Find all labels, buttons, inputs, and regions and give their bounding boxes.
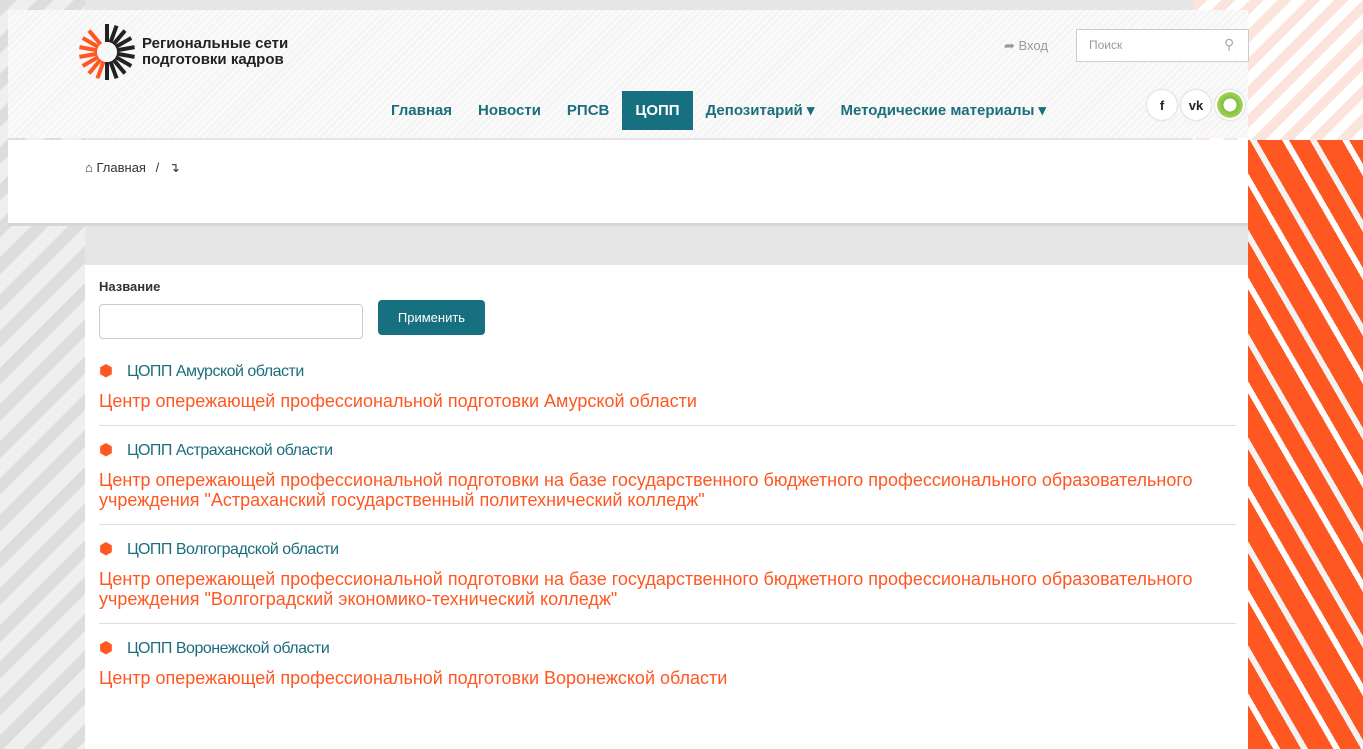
list-item: ⬢ ЦОПП Волгоградской области Центр опере… [99, 541, 1236, 624]
list-item-title[interactable]: ⬢ ЦОПП Астраханской области [99, 442, 1236, 460]
login-label: Вход [1018, 38, 1048, 53]
logo-text: Региональные сети подготовки кадров [142, 36, 288, 68]
list-item: ⬢ ЦОПП Амурской области Центр опережающе… [99, 363, 1236, 426]
search-placeholder: Поиск [1089, 38, 1123, 52]
breadcrumb: ⌂ Главная / ↴ [85, 160, 180, 176]
home-icon: ⌂ [85, 160, 93, 175]
login-link[interactable]: ➦ Вход [1004, 38, 1048, 54]
cube-icon: ⬢ [99, 363, 113, 380]
nav-item-news[interactable]: Новости [465, 91, 554, 130]
nav-item-copp[interactable]: ЦОПП [622, 90, 693, 130]
partner-logo-icon[interactable] [1215, 90, 1245, 120]
share-arrow-icon: ➦ [1004, 38, 1015, 53]
copp-list: ⬢ ЦОПП Амурской области Центр опережающе… [99, 363, 1236, 718]
list-item-title[interactable]: ⬢ ЦОПП Волгоградской области [99, 541, 1236, 559]
cube-icon: ⬢ [99, 640, 113, 657]
list-item-description[interactable]: Центр опережающей профессиональной подго… [99, 668, 1236, 688]
nav-item-methods[interactable]: Методические материалы ▾ [827, 90, 1059, 130]
breadcrumb-current: ↴ [168, 160, 180, 175]
list-item: ⬢ ЦОПП Астраханской области Центр опереж… [99, 442, 1236, 525]
logo-line-2: подготовки кадров [142, 51, 284, 68]
main-nav: Главная Новости РПСВ ЦОПП Депозитарий ▾ … [378, 90, 1059, 130]
facebook-icon[interactable]: f [1147, 90, 1177, 120]
cube-icon: ⬢ [99, 541, 113, 558]
filter-name-label: Название [99, 279, 161, 294]
decorative-right-pattern [1248, 140, 1363, 749]
list-item-title-text: ЦОПП Амурской области [127, 363, 304, 380]
main-content: Название Применить ⬢ ЦОПП Амурской облас… [85, 265, 1248, 749]
cube-icon: ⬢ [99, 442, 113, 459]
site-logo[interactable]: Региональные сети подготовки кадров [77, 22, 288, 82]
nav-item-home[interactable]: Главная [378, 91, 465, 130]
breadcrumb-separator: / [155, 160, 160, 175]
list-item-title[interactable]: ⬢ ЦОПП Амурской области [99, 363, 1236, 381]
list-item-title-text: ЦОПП Астраханской области [127, 442, 333, 459]
list-item-title-text: ЦОПП Волгоградской области [127, 541, 339, 558]
filter-name-input[interactable] [99, 304, 363, 339]
list-item-description[interactable]: Центр опережающей профессиональной подго… [99, 569, 1236, 609]
breadcrumb-home[interactable]: Главная [96, 160, 145, 175]
breadcrumb-bar: ⌂ Главная / ↴ [8, 140, 1248, 226]
list-item-description[interactable]: Центр опережающей профессиональной подго… [99, 391, 1236, 411]
list-item-description[interactable]: Центр опережающей профессиональной подго… [99, 470, 1236, 510]
logo-line-1: Региональные сети [142, 35, 289, 52]
social-links: f vk [1147, 90, 1245, 120]
search-icon[interactable]: ⚲ [1224, 36, 1234, 53]
list-item: ⬢ ЦОПП Воронежской области Центр опережа… [99, 640, 1236, 702]
logo-burst-icon [79, 24, 135, 80]
vk-icon[interactable]: vk [1181, 90, 1211, 120]
list-item-title-text: ЦОПП Воронежской области [127, 640, 330, 657]
nav-item-rpsv[interactable]: РПСВ [554, 91, 622, 130]
nav-item-depository[interactable]: Депозитарий ▾ [693, 90, 828, 130]
apply-button[interactable]: Применить [378, 300, 485, 335]
list-item-title[interactable]: ⬢ ЦОПП Воронежской области [99, 640, 1236, 658]
